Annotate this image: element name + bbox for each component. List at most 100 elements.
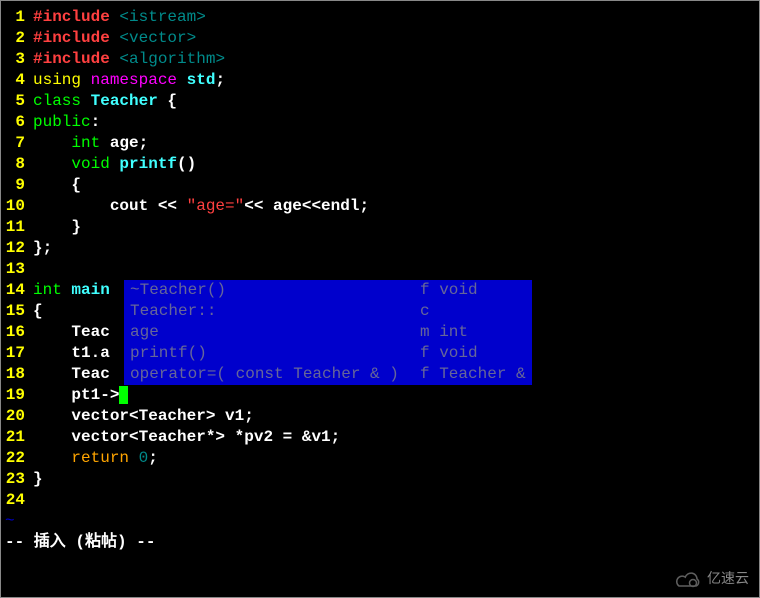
code-token: #include (33, 29, 119, 47)
code-content[interactable]: } (33, 217, 759, 238)
line-number: 4 (1, 70, 33, 91)
code-line[interactable]: 12}; (1, 238, 759, 259)
line-number: 1 (1, 7, 33, 28)
code-token: } (33, 470, 43, 488)
code-token: : (91, 113, 101, 131)
autocomplete-item[interactable]: ~Teacher()f void (124, 280, 532, 301)
code-line[interactable]: 13 (1, 259, 759, 280)
code-token: "age=" (187, 197, 245, 215)
autocomplete-item[interactable]: Teacher::c (124, 301, 532, 322)
autocomplete-popup[interactable]: ~Teacher()f voidTeacher::cagem intprintf… (124, 280, 532, 385)
tilde-marker: ~ (1, 511, 15, 532)
code-content[interactable]: }; (33, 238, 759, 259)
code-area[interactable]: 1#include <istream>2#include <vector>3#i… (1, 7, 759, 511)
autocomplete-item[interactable]: agem int (124, 322, 532, 343)
watermark: 亿速云 (675, 570, 749, 591)
code-line[interactable]: 1#include <istream> (1, 7, 759, 28)
code-content[interactable]: int age; (33, 133, 759, 154)
autocomplete-item-name: Teacher:: (130, 301, 420, 322)
code-line[interactable]: 11 } (1, 217, 759, 238)
code-content[interactable]: } (33, 469, 759, 490)
autocomplete-item[interactable]: operator=( const Teacher & )f Teacher & (124, 364, 532, 385)
code-content[interactable]: class Teacher { (33, 91, 759, 112)
code-token: void (33, 155, 119, 173)
code-content[interactable]: void printf() (33, 154, 759, 175)
autocomplete-item[interactable]: printf()f void (124, 343, 532, 364)
code-content[interactable] (33, 259, 759, 280)
line-number: 19 (1, 385, 33, 406)
code-token (33, 449, 71, 467)
code-line[interactable]: 23} (1, 469, 759, 490)
code-token: age; (110, 134, 148, 152)
code-content[interactable]: return 0; (33, 448, 759, 469)
code-content[interactable] (33, 490, 759, 511)
code-line[interactable]: 20 vector<Teacher> v1; (1, 406, 759, 427)
code-token: vector<Teacher*> *pv2 = &v1; (33, 428, 340, 446)
autocomplete-item-name: age (130, 322, 420, 343)
autocomplete-item-name: printf() (130, 343, 420, 364)
code-line[interactable]: 3#include <algorithm> (1, 49, 759, 70)
code-token: main (71, 281, 109, 299)
line-number: 13 (1, 259, 33, 280)
code-token: Teac (33, 323, 110, 341)
code-token: class (33, 92, 91, 110)
code-line[interactable]: 9 { (1, 175, 759, 196)
code-token: using (33, 71, 91, 89)
line-number: 3 (1, 49, 33, 70)
code-line[interactable]: 5class Teacher { (1, 91, 759, 112)
autocomplete-item-type: f void (420, 280, 478, 301)
code-content[interactable]: vector<Teacher*> *pv2 = &v1; (33, 427, 759, 448)
code-line[interactable]: 24 (1, 490, 759, 511)
line-number: 17 (1, 343, 33, 364)
code-content[interactable]: vector<Teacher> v1; (33, 406, 759, 427)
code-token: vector<Teacher> v1; (33, 407, 254, 425)
code-line[interactable]: 2#include <vector> (1, 28, 759, 49)
code-content[interactable]: pt1-> (33, 385, 759, 406)
code-token: int (33, 281, 71, 299)
code-content[interactable]: public: (33, 112, 759, 133)
code-line[interactable]: 10 cout << "age="<< age<<endl; (1, 196, 759, 217)
empty-line-marker: ~ (1, 511, 759, 532)
code-token: { (33, 176, 81, 194)
code-token: { (33, 302, 43, 320)
autocomplete-item-type: f void (420, 343, 478, 364)
code-content[interactable]: using namespace std; (33, 70, 759, 91)
code-line[interactable]: 4using namespace std; (1, 70, 759, 91)
line-number: 14 (1, 280, 33, 301)
code-content[interactable]: #include <algorithm> (33, 49, 759, 70)
code-content[interactable]: #include <istream> (33, 7, 759, 28)
cloud-icon (675, 572, 703, 590)
autocomplete-item-type: f Teacher & (420, 364, 526, 385)
vim-editor[interactable]: 1#include <istream>2#include <vector>3#i… (1, 1, 759, 597)
text-cursor (119, 386, 128, 404)
code-line[interactable]: 7 int age; (1, 133, 759, 154)
code-token: t1.a (33, 344, 110, 362)
line-number: 15 (1, 301, 33, 322)
code-line[interactable]: 8 void printf() (1, 154, 759, 175)
line-number: 23 (1, 469, 33, 490)
line-number: 10 (1, 196, 33, 217)
code-token: #include (33, 50, 119, 68)
code-line[interactable]: 21 vector<Teacher*> *pv2 = &v1; (1, 427, 759, 448)
code-line[interactable]: 22 return 0; (1, 448, 759, 469)
code-token: public (33, 113, 91, 131)
line-number: 12 (1, 238, 33, 259)
autocomplete-item-name: operator=( const Teacher & ) (130, 364, 420, 385)
autocomplete-item-type: m int (420, 322, 468, 343)
code-token: 0 (139, 449, 149, 467)
code-token: { (167, 92, 177, 110)
code-token: << age<<endl; (244, 197, 369, 215)
autocomplete-item-type: c (420, 301, 430, 322)
line-number: 24 (1, 490, 33, 511)
code-line[interactable]: 19 pt1-> (1, 385, 759, 406)
code-content[interactable]: { (33, 175, 759, 196)
code-token: Teacher (91, 92, 168, 110)
code-content[interactable]: cout << "age="<< age<<endl; (33, 196, 759, 217)
code-token: Teac (33, 365, 110, 383)
code-token: pt1-> (33, 386, 119, 404)
code-line[interactable]: 6public: (1, 112, 759, 133)
code-token: } (33, 218, 81, 236)
autocomplete-item-name: ~Teacher() (130, 280, 420, 301)
code-token: <algorithm> (119, 50, 225, 68)
code-content[interactable]: #include <vector> (33, 28, 759, 49)
